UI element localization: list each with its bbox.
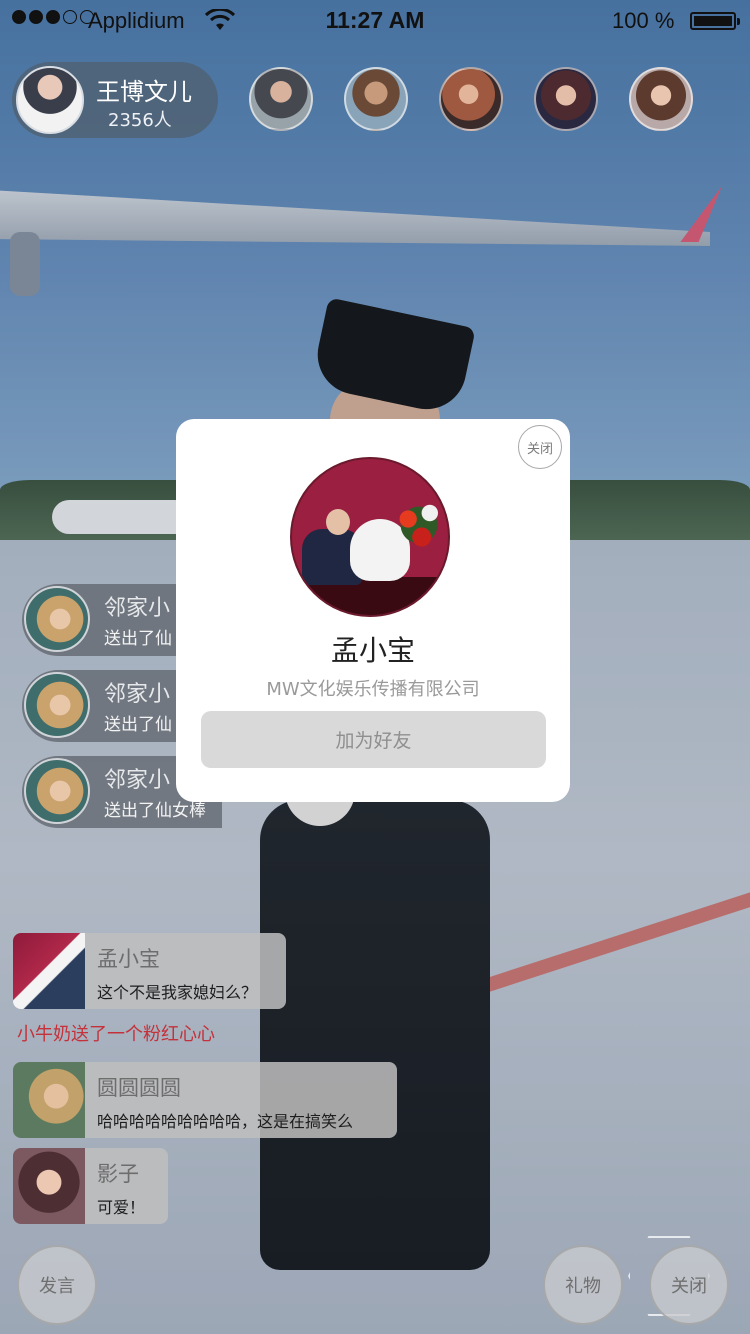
viewer-avatar[interactable] — [439, 67, 503, 131]
host-name: 王博文儿 — [96, 78, 192, 106]
gift-sender-avatar[interactable] — [24, 672, 90, 738]
add-friend-button[interactable]: 加为好友 — [201, 711, 546, 768]
viewer-count: 2356人 — [108, 110, 172, 131]
gift-sender-name: 邻家小 — [104, 596, 171, 621]
chat-username: 孟小宝 — [97, 947, 160, 971]
chat-username: 圆圆圆圆 — [97, 1076, 181, 1100]
chat-message[interactable]: 孟小宝 这个不是我家媳妇么？ — [13, 933, 286, 1009]
gift-button[interactable]: 礼物 — [543, 1245, 623, 1325]
chat-text: 这个不是我家媳妇么？ — [97, 983, 258, 1002]
chat-message[interactable]: 影子 可爱！ — [13, 1148, 168, 1224]
gift-text: 送出了仙 — [104, 715, 172, 735]
gift-sender-avatar[interactable] — [24, 758, 90, 824]
chat-text: 可爱！ — [97, 1198, 146, 1217]
viewer-avatar[interactable] — [249, 67, 313, 131]
profile-avatar — [290, 457, 450, 617]
chat-avatar[interactable] — [13, 1062, 85, 1138]
viewer-avatar[interactable] — [629, 67, 693, 131]
profile-name: 孟小宝 — [330, 634, 415, 667]
card-close-button[interactable]: 关闭 — [518, 425, 562, 469]
status-bar: Applidium 11:27 AM 100 % — [0, 0, 750, 40]
gift-sender-name: 邻家小 — [104, 682, 171, 707]
speak-button[interactable]: 发言 — [17, 1245, 97, 1325]
gift-text: 送出了仙 — [104, 629, 172, 649]
host-avatar[interactable] — [16, 66, 84, 134]
viewer-avatar[interactable] — [344, 67, 408, 131]
gift-sender-name: 邻家小 — [104, 768, 171, 793]
battery-icon — [690, 12, 740, 30]
chat-text: 哈哈哈哈哈哈哈哈哈，这是在搞笑么 — [97, 1112, 354, 1131]
close-stream-button[interactable]: 关闭 — [649, 1245, 729, 1325]
chat-message[interactable]: 圆圆圆圆 哈哈哈哈哈哈哈哈哈，这是在搞笑么 — [13, 1062, 397, 1138]
gift-sender-avatar[interactable] — [24, 586, 90, 652]
system-gift-message: 小牛奶送了一个粉红心心 — [17, 1024, 215, 1045]
chat-avatar[interactable] — [13, 933, 85, 1009]
chat-avatar[interactable] — [13, 1148, 85, 1224]
host-info[interactable]: 王博文儿 2356人 — [12, 62, 218, 138]
chat-username: 影子 — [97, 1162, 139, 1186]
viewer-avatar[interactable] — [534, 67, 598, 131]
battery-percentage: 100 % — [612, 8, 675, 33]
profile-company: MW文化娱乐传播有限公司 — [266, 679, 480, 700]
profile-card: 关闭 孟小宝 MW文化娱乐传播有限公司 加为好友 — [176, 419, 570, 802]
